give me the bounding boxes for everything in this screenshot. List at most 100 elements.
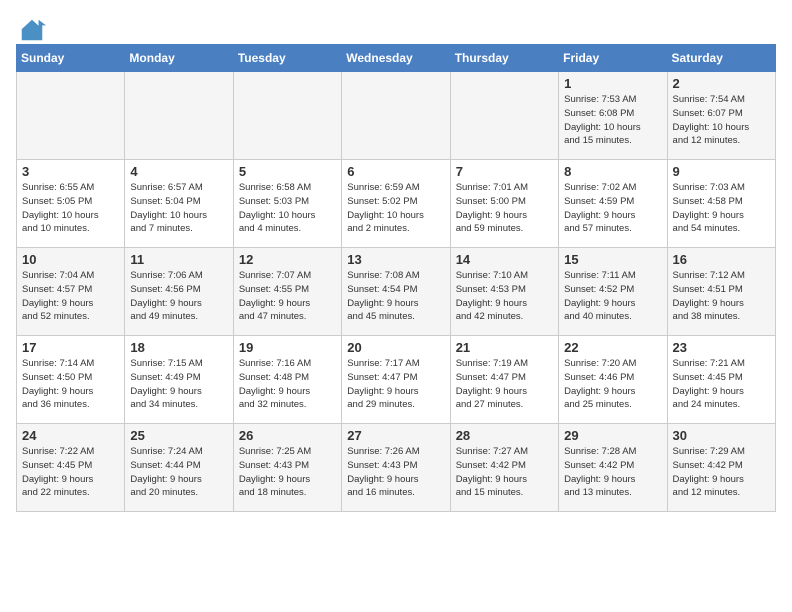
calendar-cell: 6 Sunrise: 6:59 AM Sunset: 5:02 PM Daylig… [342, 160, 450, 248]
calendar-cell: 2 Sunrise: 7:54 AM Sunset: 6:07 PM Daylig… [667, 72, 775, 160]
weekday-header: Wednesday [342, 45, 450, 72]
day-info: Sunrise: 7:01 AM Sunset: 5:00 PM Dayligh… [456, 181, 553, 236]
calendar-cell: 9 Sunrise: 7:03 AM Sunset: 4:58 PM Daylig… [667, 160, 775, 248]
day-number: 18 [130, 340, 227, 355]
day-info: Sunrise: 7:54 AM Sunset: 6:07 PM Dayligh… [673, 93, 770, 148]
calendar-cell: 12 Sunrise: 7:07 AM Sunset: 4:55 PM Dayli… [233, 248, 341, 336]
day-number: 4 [130, 164, 227, 179]
logo-icon [18, 16, 46, 44]
weekday-header: Monday [125, 45, 233, 72]
day-number: 19 [239, 340, 336, 355]
day-number: 12 [239, 252, 336, 267]
day-number: 20 [347, 340, 444, 355]
calendar-cell: 25 Sunrise: 7:24 AM Sunset: 4:44 PM Dayli… [125, 424, 233, 512]
calendar-cell: 3Sunrise: 6:55 AM Sunset: 5:05 PM Daylig… [17, 160, 125, 248]
weekday-header: Friday [559, 45, 667, 72]
day-info: Sunrise: 7:25 AM Sunset: 4:43 PM Dayligh… [239, 445, 336, 500]
day-number: 30 [673, 428, 770, 443]
day-info: Sunrise: 7:29 AM Sunset: 4:42 PM Dayligh… [673, 445, 770, 500]
day-number: 13 [347, 252, 444, 267]
calendar-cell: 23 Sunrise: 7:21 AM Sunset: 4:45 PM Dayli… [667, 336, 775, 424]
day-info: Sunrise: 7:03 AM Sunset: 4:58 PM Dayligh… [673, 181, 770, 236]
logo-text [16, 16, 46, 40]
calendar-cell: 26 Sunrise: 7:25 AM Sunset: 4:43 PM Dayli… [233, 424, 341, 512]
calendar-cell: 24Sunrise: 7:22 AM Sunset: 4:45 PM Dayli… [17, 424, 125, 512]
day-number: 29 [564, 428, 661, 443]
calendar-cell [125, 72, 233, 160]
day-info: Sunrise: 7:19 AM Sunset: 4:47 PM Dayligh… [456, 357, 553, 412]
day-info: Sunrise: 7:12 AM Sunset: 4:51 PM Dayligh… [673, 269, 770, 324]
day-info: Sunrise: 6:59 AM Sunset: 5:02 PM Dayligh… [347, 181, 444, 236]
day-info: Sunrise: 7:15 AM Sunset: 4:49 PM Dayligh… [130, 357, 227, 412]
logo [16, 16, 46, 40]
calendar-cell: 16 Sunrise: 7:12 AM Sunset: 4:51 PM Dayli… [667, 248, 775, 336]
day-info: Sunrise: 7:27 AM Sunset: 4:42 PM Dayligh… [456, 445, 553, 500]
day-info: Sunrise: 7:11 AM Sunset: 4:52 PM Dayligh… [564, 269, 661, 324]
day-info: Sunrise: 7:16 AM Sunset: 4:48 PM Dayligh… [239, 357, 336, 412]
calendar-cell [450, 72, 558, 160]
day-info: Sunrise: 7:02 AM Sunset: 4:59 PM Dayligh… [564, 181, 661, 236]
calendar-cell [342, 72, 450, 160]
page-header [16, 16, 776, 40]
day-info: Sunrise: 7:06 AM Sunset: 4:56 PM Dayligh… [130, 269, 227, 324]
day-info: Sunrise: 7:04 AM Sunset: 4:57 PM Dayligh… [22, 269, 119, 324]
calendar-cell: 28 Sunrise: 7:27 AM Sunset: 4:42 PM Dayli… [450, 424, 558, 512]
day-number: 28 [456, 428, 553, 443]
calendar-cell: 17Sunrise: 7:14 AM Sunset: 4:50 PM Dayli… [17, 336, 125, 424]
day-info: Sunrise: 7:07 AM Sunset: 4:55 PM Dayligh… [239, 269, 336, 324]
day-number: 1 [564, 76, 661, 91]
calendar-cell: 5 Sunrise: 6:58 AM Sunset: 5:03 PM Daylig… [233, 160, 341, 248]
day-number: 7 [456, 164, 553, 179]
day-number: 10 [22, 252, 119, 267]
weekday-header: Sunday [17, 45, 125, 72]
day-info: Sunrise: 6:57 AM Sunset: 5:04 PM Dayligh… [130, 181, 227, 236]
day-number: 2 [673, 76, 770, 91]
day-number: 5 [239, 164, 336, 179]
day-number: 23 [673, 340, 770, 355]
calendar-cell [17, 72, 125, 160]
day-info: Sunrise: 7:17 AM Sunset: 4:47 PM Dayligh… [347, 357, 444, 412]
calendar-cell: 20 Sunrise: 7:17 AM Sunset: 4:47 PM Dayli… [342, 336, 450, 424]
day-number: 25 [130, 428, 227, 443]
day-number: 16 [673, 252, 770, 267]
day-info: Sunrise: 7:22 AM Sunset: 4:45 PM Dayligh… [22, 445, 119, 500]
day-number: 3 [22, 164, 119, 179]
calendar-cell: 11 Sunrise: 7:06 AM Sunset: 4:56 PM Dayli… [125, 248, 233, 336]
calendar-cell: 10 Sunrise: 7:04 AM Sunset: 4:57 PM Dayli… [17, 248, 125, 336]
calendar-cell: 13 Sunrise: 7:08 AM Sunset: 4:54 PM Dayli… [342, 248, 450, 336]
calendar-cell: 21 Sunrise: 7:19 AM Sunset: 4:47 PM Dayli… [450, 336, 558, 424]
calendar-cell: 18 Sunrise: 7:15 AM Sunset: 4:49 PM Dayli… [125, 336, 233, 424]
day-info: Sunrise: 7:28 AM Sunset: 4:42 PM Dayligh… [564, 445, 661, 500]
day-info: Sunrise: 7:21 AM Sunset: 4:45 PM Dayligh… [673, 357, 770, 412]
calendar-cell: 8 Sunrise: 7:02 AM Sunset: 4:59 PM Daylig… [559, 160, 667, 248]
day-info: Sunrise: 7:20 AM Sunset: 4:46 PM Dayligh… [564, 357, 661, 412]
calendar-cell [233, 72, 341, 160]
calendar-table: SundayMondayTuesdayWednesdayThursdayFrid… [16, 44, 776, 512]
day-info: Sunrise: 7:53 AM Sunset: 6:08 PM Dayligh… [564, 93, 661, 148]
day-number: 8 [564, 164, 661, 179]
calendar-cell: 14Sunrise: 7:10 AM Sunset: 4:53 PM Dayli… [450, 248, 558, 336]
calendar-cell: 22 Sunrise: 7:20 AM Sunset: 4:46 PM Dayli… [559, 336, 667, 424]
day-number: 15 [564, 252, 661, 267]
day-info: Sunrise: 7:08 AM Sunset: 4:54 PM Dayligh… [347, 269, 444, 324]
day-info: Sunrise: 7:10 AM Sunset: 4:53 PM Dayligh… [456, 269, 553, 324]
weekday-header: Tuesday [233, 45, 341, 72]
calendar-cell: 15 Sunrise: 7:11 AM Sunset: 4:52 PM Dayli… [559, 248, 667, 336]
day-number: 27 [347, 428, 444, 443]
day-number: 21 [456, 340, 553, 355]
day-info: Sunrise: 6:58 AM Sunset: 5:03 PM Dayligh… [239, 181, 336, 236]
calendar-cell: 7 Sunrise: 7:01 AM Sunset: 5:00 PM Daylig… [450, 160, 558, 248]
day-number: 26 [239, 428, 336, 443]
day-info: Sunrise: 7:24 AM Sunset: 4:44 PM Dayligh… [130, 445, 227, 500]
day-number: 6 [347, 164, 444, 179]
calendar-cell: 1 Sunrise: 7:53 AM Sunset: 6:08 PM Daylig… [559, 72, 667, 160]
day-info: Sunrise: 7:14 AM Sunset: 4:50 PM Dayligh… [22, 357, 119, 412]
calendar-cell: 4 Sunrise: 6:57 AM Sunset: 5:04 PM Daylig… [125, 160, 233, 248]
day-info: Sunrise: 7:26 AM Sunset: 4:43 PM Dayligh… [347, 445, 444, 500]
weekday-header: Saturday [667, 45, 775, 72]
day-number: 22 [564, 340, 661, 355]
day-number: 11 [130, 252, 227, 267]
calendar-cell: 19 Sunrise: 7:16 AM Sunset: 4:48 PM Dayli… [233, 336, 341, 424]
day-number: 9 [673, 164, 770, 179]
calendar-cell: 30 Sunrise: 7:29 AM Sunset: 4:42 PM Dayli… [667, 424, 775, 512]
